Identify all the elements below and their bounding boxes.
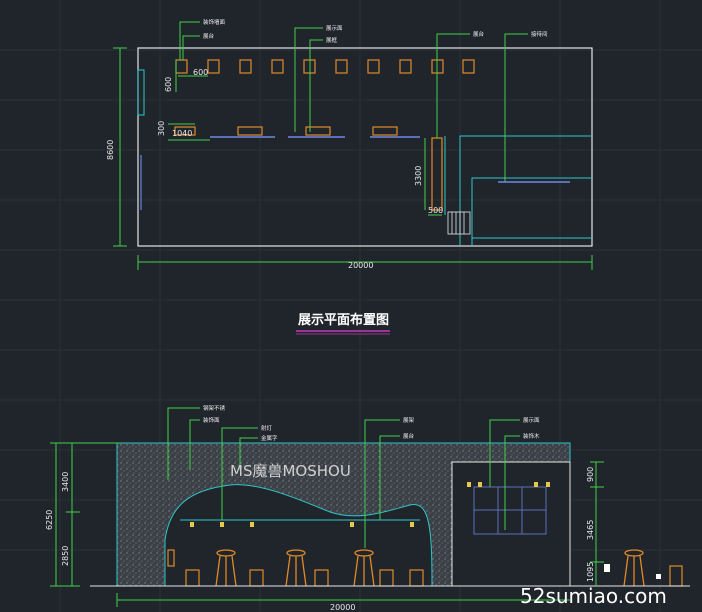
elev-label-shelf: 展架 [403,417,415,424]
elev-label-wood: 装饰木 [523,432,540,440]
plan-vertical-counter [431,137,443,211]
plan-counters [174,126,420,138]
plan-dim-height: 8600 [106,140,115,160]
plan-label-stand-right: 展台 [473,30,485,38]
elevation-brand-sign: MS魔兽MOSHOU [230,462,351,480]
plan-leaders [179,21,528,182]
elev-dim-upper: 3400 [61,472,70,492]
elev-dim-3465: 3465 [586,520,595,540]
plan-label-decor-wall: 装饰墙面 [203,18,226,26]
elev-dim-width: 20000 [330,603,355,612]
elev-label-stand: 展台 [403,432,415,440]
plan-dim-3300: 3300 [414,166,423,186]
plan-dim-600a: 600 [193,68,208,77]
plan-left-panel [137,69,145,116]
plan-view: 装饰墙面 展台 展示面 展框 展台 接待间 20000 8600 600 600… [106,18,593,270]
elev-label-spotlight: 射灯 [261,424,273,432]
plan-dim-300: 300 [157,121,166,136]
plan-dim-width: 20000 [348,261,373,270]
plan-label-frame: 展框 [326,36,338,44]
plan-dim-600b: 600 [164,77,173,92]
plan-dim-lines [113,47,593,270]
plan-title-group: 展示平面布置图 [296,312,390,335]
elevation-reception [451,461,571,587]
plan-reception-room [444,135,592,246]
plan-stairs [447,211,471,235]
plan-display-boxes [175,59,475,74]
elev-label-decor-face: 装饰面 [203,416,220,424]
watermark: 52sumiao.com [520,584,667,608]
plan-label-display-face: 展示面 [326,25,343,32]
plan-dim-1040: 1040 [172,129,192,138]
plan-dim-500: 500 [428,206,443,215]
elev-label-display-face: 展示面 [523,417,540,424]
elev-dim-1095: 1095 [586,562,595,582]
plan-label-stand: 展台 [203,32,215,40]
elev-dim-900: 900 [586,467,595,482]
plan-label-reception: 接待间 [531,30,548,38]
elev-label-steel-frame: 钢架不锈 [203,404,226,412]
elev-label-metal-letters: 金属字 [261,434,278,442]
elevation-view: 钢架不锈 装饰面 射灯 金属字 展架 展台 展示面 装饰木 MS魔兽MOSHOU… [45,404,690,612]
elev-dim-total: 6250 [45,510,54,530]
elev-dim-lower: 2850 [61,546,70,566]
plan-outline [137,47,593,247]
plan-title: 展示平面布置图 [298,312,389,328]
cad-drawing: 装饰墙面 展台 展示面 展框 展台 接待间 20000 8600 600 600… [0,0,702,612]
